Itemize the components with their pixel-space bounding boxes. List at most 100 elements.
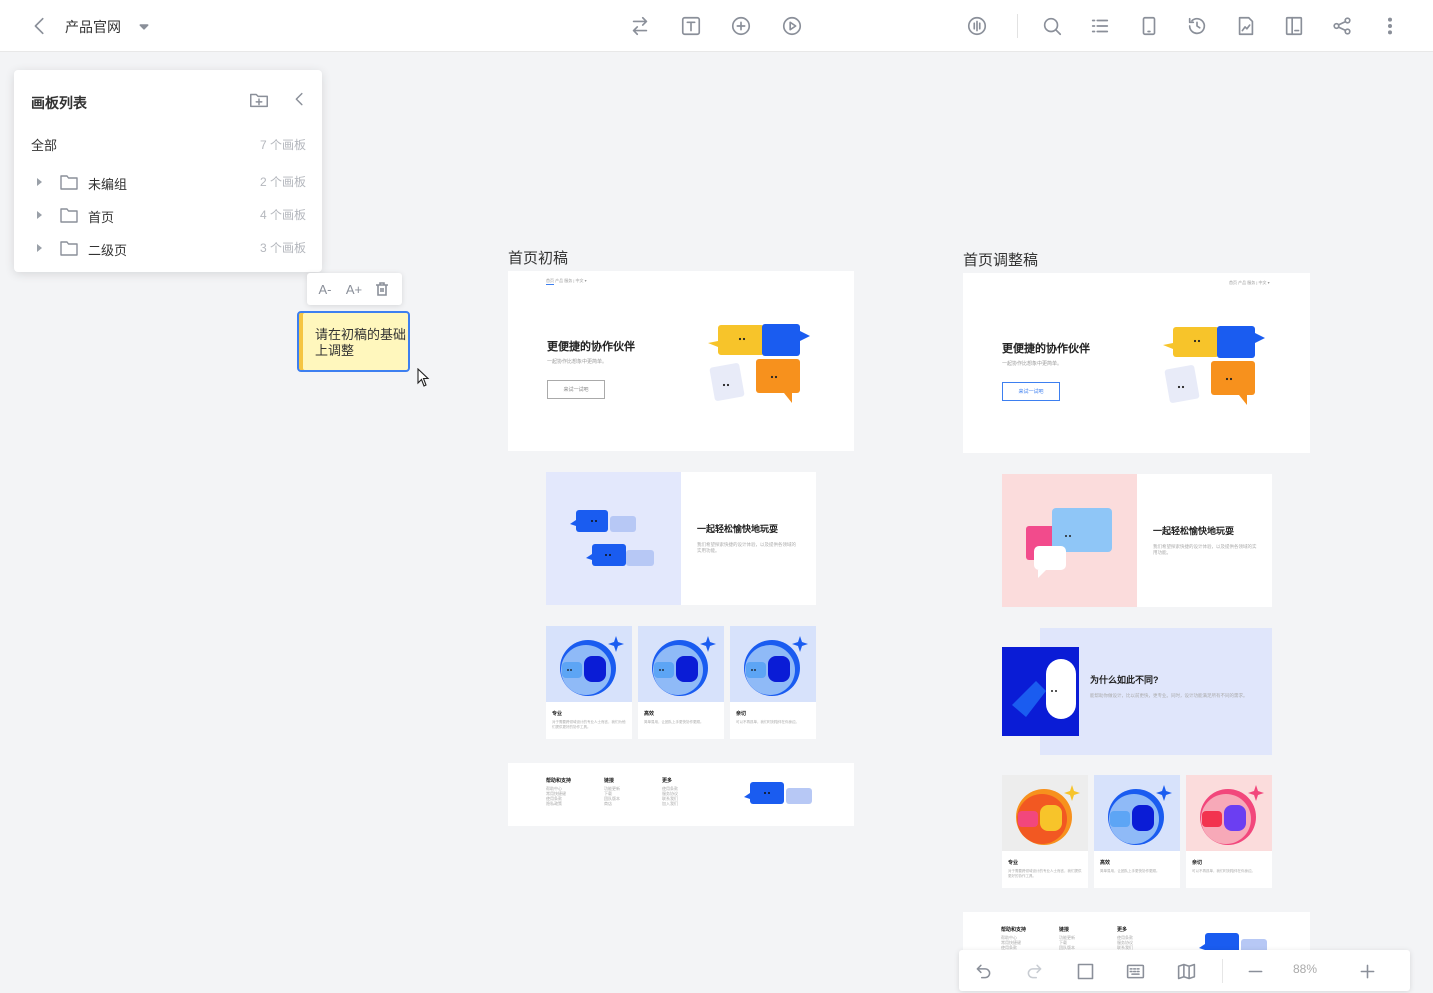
expand-caret-icon[interactable] [37,178,42,186]
zoom-out-icon[interactable] [1243,959,1267,983]
footer-column: 链接 功能更新 下载 团队版本 商店 [604,778,620,807]
artboard-draft-feature[interactable]: 一起轻松愉快地玩耍 我们希望探索快捷的设计体验，以及提供各领域的实用功能。 [546,472,816,605]
artboard-revised-hero[interactable]: 首页 产品 服务 | 中文 ▾ 更便捷的协作伙伴 一起协作比想象中更简单。 来试… [963,273,1310,453]
folder-icon [60,207,78,223]
increase-font-button[interactable]: A+ [343,278,365,300]
all-label: 全部 [31,138,58,153]
image-icon[interactable] [1233,13,1259,39]
back-arrow-icon[interactable] [27,13,53,39]
artboard-draft-footer[interactable]: 帮助和支持 帮助中心 常用快捷键 使用条款 隐私政策 链接 功能更新 下载 团队… [508,763,854,826]
feature-card-1[interactable]: 专业 对于需要跨领域设计的专业人士而言，我们提供更好的协作工具。 [1002,775,1088,888]
footer-column: 帮助和支持 帮助中心 常用快捷键 使用条款 [1001,928,1026,951]
collapse-panel-icon[interactable] [289,89,311,111]
feature-card-3[interactable]: 亲切 可以不再孤单，我们时刻陪伴在你身边。 [1186,775,1272,888]
dropdown-caret-icon[interactable] [131,13,157,39]
mouse-pointer-icon [417,368,431,388]
moon-chat-illustration [652,636,716,696]
nav-bar: 首页 产品 服务 | 中文 ▾ [1229,280,1270,285]
bottom-toolbar: 88% [959,950,1410,991]
search-icon[interactable] [1039,13,1065,39]
mobile-icon[interactable] [1136,13,1162,39]
expand-caret-icon[interactable] [37,244,42,252]
text-icon[interactable] [678,13,704,39]
feature-card-2[interactable]: 高效 简单易用，让团队上手更快协作更顺。 [1094,775,1180,888]
board-group-all[interactable]: 全部 7 个画板 [31,135,306,155]
card-title: 专业 [552,711,563,717]
card-text: 可以不再孤单，我们时刻陪伴在你身边。 [1192,869,1255,873]
chat-bubbles-illustration [1026,508,1112,578]
blue-shape-illustration [1002,647,1079,736]
flow-icon[interactable] [627,13,653,39]
zoom-in-icon[interactable] [1355,959,1379,983]
decrease-font-button[interactable]: A- [314,278,336,300]
group-label: 未编组 [88,177,128,192]
footer-column: 更多 使用条款 服务协议 联系我们 [1117,927,1133,951]
bottom-divider [1222,959,1223,983]
project-title[interactable]: 产品官网 [65,17,121,37]
group-label: 首页 [88,210,115,225]
footer-title: 更多 [1117,927,1128,933]
hero-subtitle: 一起协作比想象中更简单。 [547,359,608,365]
folder-icon [60,174,78,190]
section-text: 我们希望探索快捷的设计体验，以及提供各领域的实用功能。 [697,542,796,553]
audio-icon[interactable] [964,13,990,39]
note-toolbar: A- A+ [307,273,402,305]
section-title: 一起轻松愉快地玩耍 [697,524,779,534]
board-group-home[interactable]: 首页 4 个画板 [31,205,306,227]
folder-icon [60,240,78,256]
new-folder-icon[interactable] [248,89,270,111]
artboard-revised-why[interactable]: 为什么如此不同? 能帮助你做设计，比以前更快，更专业。同时，设计功能满足所有不同… [1002,628,1272,755]
footer-title: 帮助和支持 [546,778,572,784]
zoom-level[interactable]: 88% [1293,962,1317,976]
footer-column: 帮助和支持 帮助中心 常用快捷键 使用条款 隐私政策 [546,778,572,807]
board-group-secondary[interactable]: 二级页 3 个画板 [31,238,306,260]
footer-column: 更多 使用条款 服务协议 联系我们 加入我们 [662,779,678,807]
map-icon[interactable] [1174,959,1198,983]
why-title: 为什么如此不同? [1090,675,1159,685]
history-icon[interactable] [1184,13,1210,39]
group-label: 二级页 [88,243,128,258]
card-title: 专业 [1008,860,1019,866]
card-text: 可以不再孤单，我们时刻陪伴在你身边。 [736,720,799,724]
hero-subtitle: 一起协作比想象中更简单。 [1002,361,1063,367]
sticky-note[interactable]: 请在初稿的基础上调整 [297,311,410,372]
card-text: 简单易用，让团队上手更快协作更顺。 [1100,869,1160,873]
board-title-revised[interactable]: 首页调整稿 [963,249,1038,270]
toolbar-divider [1017,14,1018,38]
footer-title: 链接 [1059,927,1070,933]
redo-icon[interactable] [1022,959,1046,983]
play-icon[interactable] [779,13,805,39]
card-title: 亲切 [736,711,747,717]
why-text: 能帮助你做设计，比以前更快，更专业。同时，设计功能满足所有不同的需求。 [1090,693,1248,698]
expand-caret-icon[interactable] [37,211,42,219]
moon-chat-illustration [1016,785,1080,845]
add-circle-icon[interactable] [728,13,754,39]
moon-chat-illustration [1200,785,1264,845]
panel-title: 画板列表 [31,95,87,111]
hero-cta-button: 来试一试吧 [1002,382,1060,401]
frame-icon[interactable] [1073,959,1097,983]
trash-icon[interactable] [371,278,393,300]
board-title-draft[interactable]: 首页初稿 [508,247,568,268]
card-title: 高效 [1100,860,1111,866]
hero-cta-button: 来试一试吧 [547,380,605,399]
nav-underline [546,284,554,285]
footer-link: 隐私政策 [546,801,562,806]
artboard-revised-feature[interactable]: 一起轻松愉快地玩耍 我们希望探索快捷的设计体验，以及提供各领域的实用功能。 [1002,474,1272,607]
group-count: 4 个画板 [259,208,306,222]
moon-chat-illustration [744,636,808,696]
artboard-draft-hero[interactable]: 首页 产品 服务 | 中文 ▾ 更便捷的协作伙伴 一起协作比想象中更简单。 来试… [508,271,854,451]
footer-title: 链接 [604,778,615,784]
share-icon[interactable] [1329,13,1355,39]
board-group-ungrouped[interactable]: 未编组 2 个画板 [31,172,306,194]
feature-card-1[interactable]: 专业 对于需要跨领域设计的专业人士而言，我们为他们提供更好的协作工具。 [546,626,632,739]
feature-card-2[interactable]: 高效 简单易用，让团队上手更快协作更顺。 [638,626,724,739]
group-count: 3 个画板 [259,241,306,255]
undo-icon[interactable] [971,959,995,983]
list-icon[interactable] [1087,13,1113,39]
feature-card-3[interactable]: 亲切 可以不再孤单，我们时刻陪伴在你身边。 [730,626,816,739]
grid-icon[interactable] [1281,13,1307,39]
keyboard-icon[interactable] [1123,959,1147,983]
section-title: 一起轻松愉快地玩耍 [1153,526,1235,536]
more-icon[interactable] [1377,13,1403,39]
